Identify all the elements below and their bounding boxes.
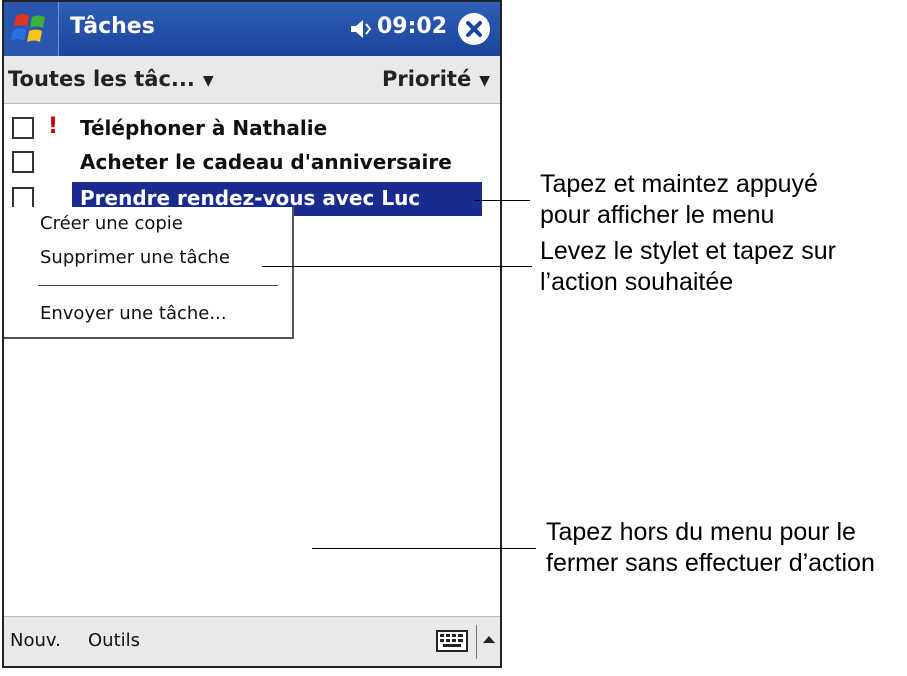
command-bar: Nouv. Outils	[4, 616, 500, 666]
menu-item-send-task[interactable]: Envoyer une tâche...	[40, 303, 227, 324]
start-menu-button[interactable]	[4, 2, 59, 56]
sort-label: Priorité	[382, 67, 472, 91]
context-menu: Créer une copie Supprimer une tâche Envo…	[4, 207, 294, 339]
callout-lift-stylus: Levez le stylet et tapez sur l’action so…	[540, 237, 836, 296]
windows-flag-icon	[11, 14, 45, 42]
filter-bar: Toutes les tâc... ▼ Priorité ▼	[4, 56, 500, 104]
speaker-icon[interactable]	[349, 16, 375, 42]
menu-item-delete-task[interactable]: Supprimer une tâche	[40, 247, 230, 268]
sip-divider	[476, 625, 477, 659]
task-row[interactable]: Acheter le cadeau d'anniversaire	[4, 146, 482, 180]
sort-dropdown[interactable]: Priorité ▼	[382, 67, 490, 91]
category-filter-dropdown[interactable]: Toutes les tâc... ▼	[8, 67, 214, 91]
callout-hold-to-open-menu: Tapez et maintez appuyé pour afficher le…	[540, 170, 818, 229]
task-checkbox[interactable]	[12, 117, 34, 139]
clock[interactable]: 09:02	[377, 14, 447, 39]
close-icon	[466, 21, 482, 37]
title-bar: Tâches 09:02	[4, 2, 500, 56]
chevron-down-icon: ▼	[479, 73, 490, 89]
category-filter-label: Toutes les tâc...	[8, 67, 195, 91]
task-checkbox[interactable]	[12, 151, 34, 173]
menu-separator	[38, 285, 278, 286]
keyboard-icon[interactable]	[436, 630, 468, 652]
pocketpc-screen: Tâches 09:02 Toutes les tâc... ▼ Priorité…	[2, 0, 502, 668]
tools-menu-button[interactable]: Outils	[88, 630, 140, 651]
task-checkbox[interactable]	[12, 187, 34, 209]
chevron-up-icon[interactable]	[482, 633, 496, 645]
callout-line	[312, 548, 536, 549]
close-button[interactable]	[458, 13, 490, 45]
priority-high-icon: !	[48, 114, 59, 139]
chevron-down-icon: ▼	[202, 73, 214, 89]
task-row[interactable]: ! Téléphoner à Nathalie	[4, 112, 482, 146]
menu-item-create-copy[interactable]: Créer une copie	[40, 213, 183, 234]
app-title: Tâches	[70, 14, 155, 39]
callout-line	[262, 266, 532, 267]
callout-line	[475, 200, 530, 201]
task-label: Téléphoner à Nathalie	[80, 116, 328, 140]
task-label: Acheter le cadeau d'anniversaire	[80, 150, 452, 174]
callout-tap-outside-menu: Tapez hors du menu pour le fermer sans e…	[546, 518, 875, 577]
new-menu-button[interactable]: Nouv.	[10, 630, 61, 651]
